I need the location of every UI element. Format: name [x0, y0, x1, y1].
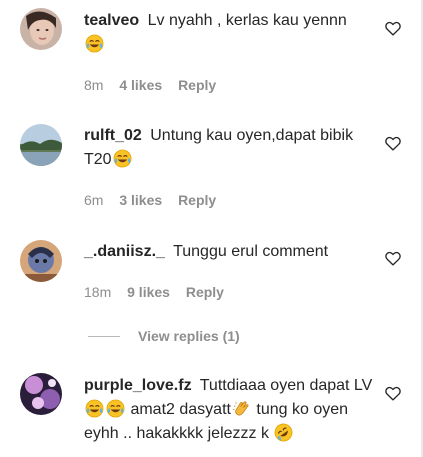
comment-username[interactable]: rulft_02 [84, 127, 142, 144]
comment-username[interactable]: tealveo [84, 12, 139, 29]
comment-time: 6m [84, 192, 104, 208]
comment-likes[interactable]: 4 likes [119, 77, 162, 93]
reply-button[interactable]: Reply [178, 192, 216, 208]
comment-body: _.daniisz._ Tunggu erul comment [84, 240, 374, 264]
rolling-on-floor-laughing-icon [274, 423, 293, 442]
clapping-hands-icon [232, 399, 251, 418]
comment-item: _.daniisz._ Tunggu erul comment 18m 9 li… [0, 230, 421, 310]
reply-button[interactable]: Reply [178, 77, 216, 93]
face-with-tears-of-joy-icon [113, 149, 132, 168]
avatar[interactable] [20, 8, 62, 50]
replies-divider-line [88, 335, 120, 337]
face-with-tears-of-joy-icon [85, 399, 104, 418]
heart-outline-icon[interactable] [385, 251, 401, 266]
comment-item: rulft_02 Untung kau oyen,dapat bibik T20… [0, 115, 421, 220]
heart-outline-icon[interactable] [385, 386, 401, 401]
comment-meta: 18m 9 likes Reply [84, 284, 236, 300]
comment-text: Tuttdiaaa oyen dapat LV [199, 377, 373, 394]
reply-button[interactable]: Reply [186, 284, 224, 300]
avatar[interactable] [20, 240, 62, 282]
comment-body: purple_love.fz Tuttdiaaa oyen dapat LV a… [84, 374, 374, 446]
avatar[interactable] [20, 373, 62, 415]
comment-meta: 6m 3 likes Reply [84, 192, 228, 208]
comment-meta: 8m 4 likes Reply [84, 77, 228, 93]
view-replies-button[interactable]: View replies (1) [88, 326, 240, 346]
comment-likes[interactable]: 9 likes [127, 284, 170, 300]
comment-text: Lv nyahh , kerlas kau yennn [147, 12, 347, 29]
comment-time: 8m [84, 77, 104, 93]
comment-item: purple_love.fz Tuttdiaaa oyen dapat LV a… [0, 364, 421, 457]
comment-text: Tunggu erul comment [173, 243, 329, 260]
avatar[interactable] [20, 124, 62, 166]
heart-outline-icon[interactable] [385, 21, 401, 36]
comment-body: rulft_02 Untung kau oyen,dapat bibik T20 [84, 124, 374, 172]
view-replies-label: View replies (1) [138, 328, 240, 344]
comment-username[interactable]: purple_love.fz [84, 377, 192, 394]
face-with-tears-of-joy-icon [106, 399, 125, 418]
heart-outline-icon[interactable] [385, 136, 401, 151]
comment-likes[interactable]: 3 likes [119, 192, 162, 208]
comment-username[interactable]: _.daniisz._ [84, 243, 165, 260]
comment-text: amat2 dasyatt [130, 401, 231, 418]
comment-time: 18m [84, 284, 112, 300]
comment-body: tealveo Lv nyahh , kerlas kau yennn [84, 9, 374, 57]
comment-item: tealveo Lv nyahh , kerlas kau yennn 8m 4… [0, 0, 421, 105]
face-with-tears-of-joy-icon [85, 34, 104, 53]
